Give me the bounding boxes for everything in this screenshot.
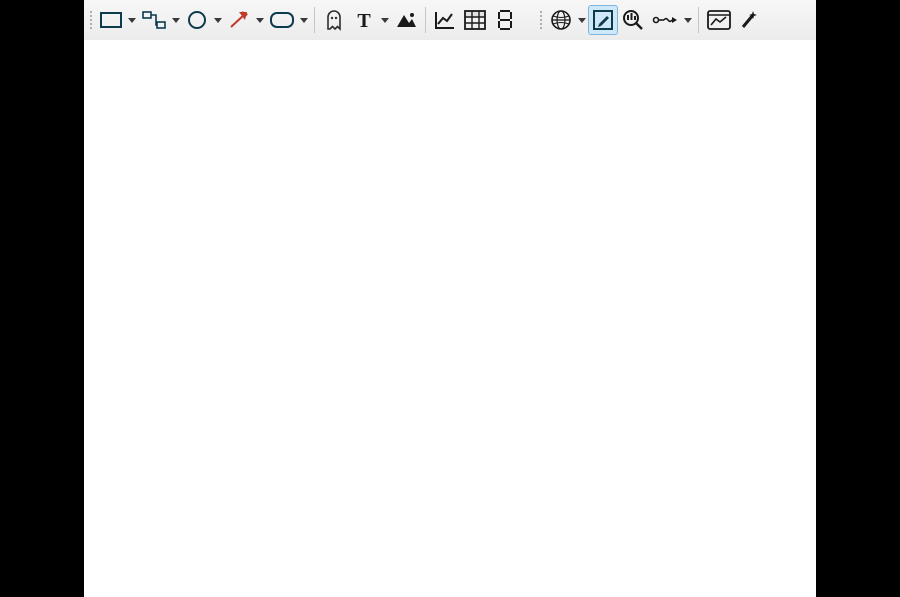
arrow-icon: [228, 10, 250, 30]
connector-icon: [142, 11, 166, 29]
toolbar-grip[interactable]: [538, 6, 544, 34]
rounded-rect-icon: [270, 12, 294, 28]
ghost-button[interactable]: [319, 5, 349, 35]
digit-button[interactable]: [490, 5, 520, 35]
picture-icon: [395, 11, 417, 29]
zoom-button[interactable]: [618, 5, 648, 35]
flow-link-dropdown[interactable]: [684, 18, 692, 23]
ellipse-button[interactable]: [182, 5, 212, 35]
table-button[interactable]: [460, 5, 490, 35]
text-dropdown[interactable]: [381, 18, 389, 23]
arrow-button[interactable]: [224, 5, 254, 35]
dashboard-button[interactable]: [703, 5, 735, 35]
edit-icon: [592, 9, 614, 31]
connector-button[interactable]: [138, 5, 170, 35]
ghost-icon: [324, 9, 344, 31]
globe-icon: [550, 9, 572, 31]
text-icon: T: [354, 10, 374, 30]
flow-link-icon: [652, 12, 678, 28]
arrow-dropdown[interactable]: [256, 18, 264, 23]
separator: [314, 7, 315, 33]
globe-dropdown[interactable]: [578, 18, 586, 23]
rectangle-button[interactable]: [96, 5, 126, 35]
separator: [425, 7, 426, 33]
dashboard-icon: [707, 10, 731, 30]
digit-icon: [497, 9, 513, 31]
rounded-rect-button[interactable]: [266, 5, 298, 35]
flow-link-button[interactable]: [648, 5, 682, 35]
edit-button[interactable]: [588, 5, 618, 35]
toolbar: T: [84, 0, 816, 41]
wand-icon: [739, 9, 757, 31]
zoom-icon: [622, 9, 644, 31]
connector-dropdown[interactable]: [172, 18, 180, 23]
rectangle-dropdown[interactable]: [128, 18, 136, 23]
app-frame: T: [84, 0, 816, 597]
wand-button[interactable]: [735, 5, 758, 35]
table-icon: [464, 10, 486, 30]
globe-button[interactable]: [546, 5, 576, 35]
rectangle-icon: [100, 12, 122, 28]
separator: [698, 7, 699, 33]
ellipse-dropdown[interactable]: [214, 18, 222, 23]
chart-icon: [434, 10, 456, 30]
rounded-rect-dropdown[interactable]: [300, 18, 308, 23]
canvas-area[interactable]: [84, 40, 816, 597]
text-button[interactable]: T: [349, 5, 379, 35]
toolbar-grip[interactable]: [88, 6, 94, 34]
svg-text:T: T: [357, 10, 371, 30]
picture-button[interactable]: [391, 5, 421, 35]
ellipse-icon: [187, 10, 207, 30]
chart-button[interactable]: [430, 5, 460, 35]
